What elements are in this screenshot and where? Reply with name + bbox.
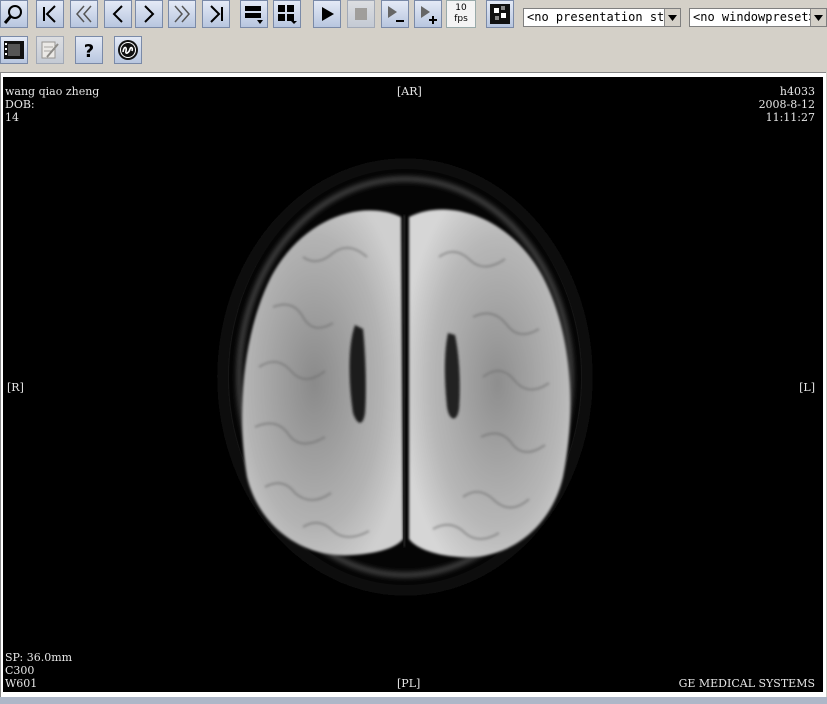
study-date: 2008-8-12: [758, 98, 815, 111]
overlay-bottom-left: SP: 36.0mm C300 W601: [5, 651, 72, 690]
help-icon: ?: [84, 41, 94, 61]
film-button[interactable]: [0, 36, 28, 64]
last-frame-button[interactable]: [202, 0, 230, 28]
zoom-button[interactable]: [0, 0, 28, 28]
orientation-top: [AR]: [397, 85, 422, 98]
puzzle-button[interactable]: [486, 0, 514, 28]
ge-logo-icon: [118, 40, 138, 60]
fast-forward-button[interactable]: [168, 0, 196, 28]
layout-button[interactable]: [240, 0, 268, 28]
overlay-top-right: h4033 2008-8-12 11:11:27: [759, 85, 815, 124]
stop-icon: [355, 8, 367, 20]
fps-value: 10: [455, 3, 467, 13]
first-frame-icon: [43, 5, 56, 23]
play-icon: [322, 7, 334, 21]
windowpreset-select[interactable]: <no windowpreset>: [689, 8, 827, 27]
fast-forward-icon: [174, 5, 190, 23]
grid-layout-icon: [278, 5, 297, 24]
step-plus-icon: [421, 6, 437, 24]
step-plus-button[interactable]: [414, 0, 442, 28]
image-number: 14: [5, 111, 19, 124]
window-center: C300: [5, 664, 35, 677]
fps-unit: fps: [454, 14, 468, 24]
orientation-bottom: [PL]: [397, 677, 421, 690]
help-button[interactable]: ?: [75, 36, 103, 64]
main-toolbar: 10 fps <no presentation st: <no windowpr…: [0, 0, 827, 32]
fast-back-button[interactable]: [70, 0, 98, 28]
viewer-frame: wang qiao zheng DOB: 14 [AR] h4033 2008-…: [0, 72, 826, 697]
windowpreset-value: <no windowpreset>: [693, 10, 816, 24]
film-icon: [4, 41, 24, 59]
manufacturer-label: GE MEDICAL SYSTEMS: [678, 677, 815, 690]
next-icon: [144, 5, 155, 23]
fps-display[interactable]: 10 fps: [446, 0, 476, 28]
zoom-icon: [3, 5, 22, 24]
stop-button[interactable]: [347, 0, 375, 28]
grid-layout-button[interactable]: [273, 0, 301, 28]
image-viewport[interactable]: wang qiao zheng DOB: 14 [AR] h4033 2008-…: [3, 77, 823, 692]
orientation-right: [L]: [799, 381, 815, 394]
last-frame-icon: [210, 5, 223, 23]
play-button[interactable]: [313, 0, 341, 28]
study-time: 11:11:27: [765, 111, 815, 124]
mri-brain-image[interactable]: [3, 77, 823, 692]
orientation-left: [R]: [7, 381, 24, 394]
chevron-down-icon[interactable]: [810, 9, 826, 26]
step-minus-button[interactable]: [381, 0, 409, 28]
first-frame-button[interactable]: [36, 0, 64, 28]
secondary-toolbar: ?: [0, 32, 827, 70]
study-id: h4033: [779, 85, 815, 98]
next-frame-button[interactable]: [135, 0, 163, 28]
fast-back-icon: [76, 5, 92, 23]
slice-position: SP: 36.0mm: [5, 651, 73, 664]
step-minus-icon: [388, 6, 404, 22]
svg-text:?: ?: [84, 41, 94, 61]
patient-dob: DOB:: [5, 98, 35, 111]
prev-icon: [112, 5, 123, 23]
overlay-top-left: wang qiao zheng DOB: 14: [5, 85, 99, 124]
ge-logo-button[interactable]: [114, 36, 142, 64]
window-width: W601: [5, 677, 38, 690]
patient-name: wang qiao zheng: [5, 85, 100, 98]
layout-icon: [245, 6, 263, 24]
notes-button[interactable]: [36, 36, 64, 64]
chevron-down-icon[interactable]: [664, 9, 680, 26]
previous-frame-button[interactable]: [104, 0, 132, 28]
presentation-state-value: <no presentation st:: [527, 10, 672, 24]
puzzle-icon: [490, 4, 510, 24]
presentation-state-select[interactable]: <no presentation st:: [523, 8, 681, 27]
notes-icon: [41, 41, 59, 59]
status-strip: [0, 697, 827, 704]
